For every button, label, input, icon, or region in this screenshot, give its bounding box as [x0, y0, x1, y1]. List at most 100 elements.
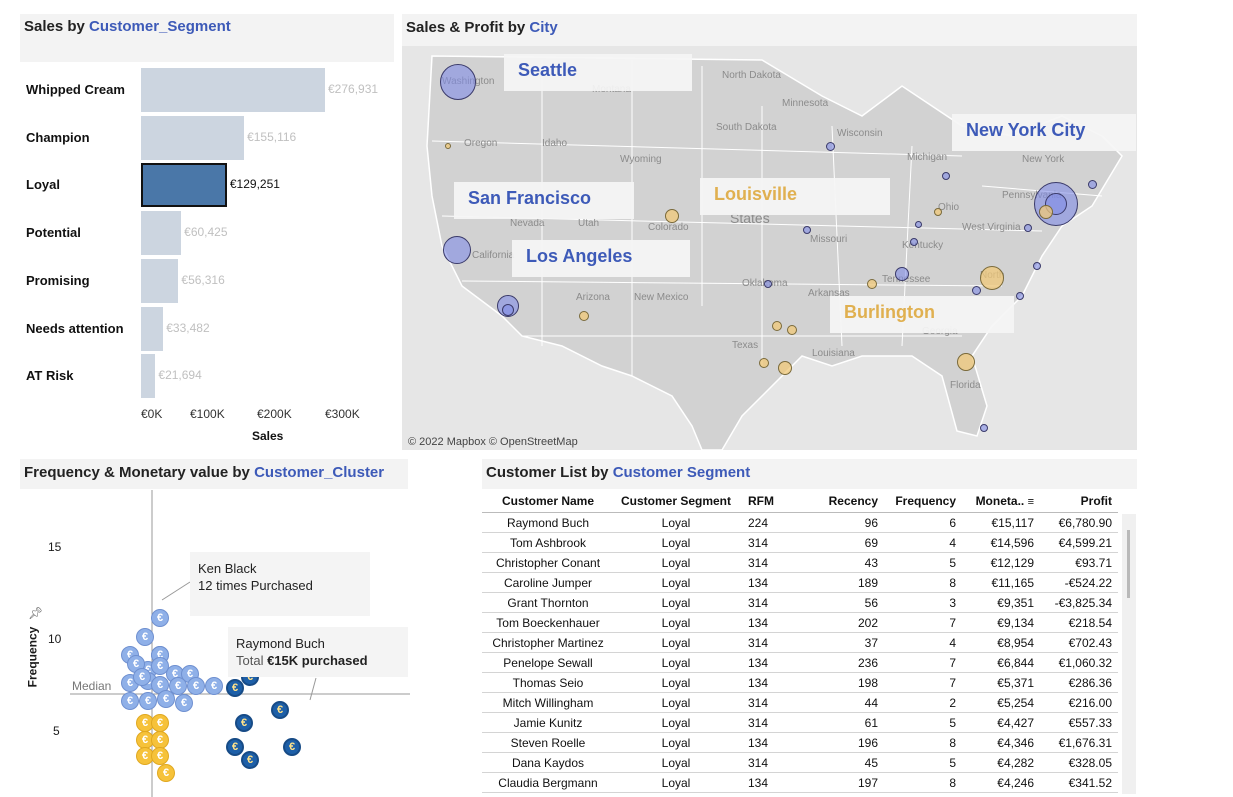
bar-value-label: €276,931	[328, 82, 379, 96]
bar[interactable]	[141, 258, 179, 303]
city-bubble[interactable]	[914, 220, 922, 228]
bar-value-label: €33,482	[166, 320, 210, 335]
table-cell: €8,954	[966, 632, 1038, 653]
sales-panel-title-accent[interactable]: Customer_Segment	[89, 18, 231, 35]
city-callout[interactable]: Louisville	[700, 178, 890, 215]
table-row[interactable]: Tom Ashbrook Loyal 314 69 4 €14,596 €4,599.21	[482, 532, 1118, 553]
freq-panel-title-accent[interactable]: Customer_Cluster	[254, 464, 384, 481]
city-callout[interactable]: Seattle	[504, 54, 692, 91]
table-cell: 8	[886, 572, 966, 593]
state-label: Texas	[732, 340, 759, 351]
city-bubble[interactable]	[971, 285, 981, 295]
city-bubble[interactable]	[665, 209, 679, 223]
table-cell: 134	[738, 672, 798, 693]
table-row[interactable]: Raymond Buch Loyal 224 96 6 €15,117 €6,780.90	[482, 512, 1118, 533]
city-callout[interactable]: New York City	[952, 114, 1136, 151]
city-bubble[interactable]	[1033, 262, 1041, 270]
bar[interactable]	[141, 354, 156, 399]
city-callout[interactable]: Burlington	[830, 296, 1014, 333]
city-bubble[interactable]	[895, 267, 909, 281]
table-panel-title-accent[interactable]: Customer Segment	[613, 464, 751, 481]
table-cell: Steven Roelle	[482, 732, 614, 753]
pin-icon[interactable]: 📌︎	[28, 606, 43, 620]
city-bubble[interactable]	[1087, 179, 1097, 189]
table-row[interactable]: Steven Roelle Loyal 134 196 8 €4,346 €1,676.31	[482, 732, 1118, 753]
table-cell: 236	[798, 652, 886, 673]
map-panel-title-accent[interactable]: City	[529, 19, 557, 36]
city-bubble[interactable]	[942, 172, 950, 180]
bar[interactable]	[141, 306, 164, 351]
bar[interactable]	[141, 68, 325, 112]
sales-axis-tick: €0K	[141, 407, 163, 421]
table-cell: 314	[738, 752, 798, 773]
city-bubble[interactable]	[934, 208, 942, 216]
city-bubble[interactable]	[957, 353, 975, 371]
col-frequency[interactable]: Frequency	[886, 490, 966, 513]
euro-coin-point[interactable]: €	[157, 763, 175, 782]
table-cell: €1,060.32	[1038, 652, 1118, 673]
table-cell: €9,134	[966, 612, 1038, 633]
city-bubble[interactable]	[778, 361, 792, 375]
euro-coin-point[interactable]: €	[136, 627, 154, 646]
bar[interactable]	[141, 115, 245, 160]
euro-coin-point[interactable]: €	[241, 751, 259, 770]
bar[interactable]	[141, 211, 182, 256]
table-scroll-thumb[interactable]	[1127, 530, 1130, 598]
city-bubble[interactable]	[443, 236, 471, 264]
table-row[interactable]: Caroline Jumper Loyal 134 189 8 €11,165 -€524.…	[482, 572, 1118, 593]
table-cell: Loyal	[614, 732, 738, 753]
city-bubble[interactable]	[502, 304, 514, 316]
table-header-row: Customer Name Customer Segment RFM Recen…	[482, 490, 1118, 513]
table-row[interactable]: Claudia Bergmann Loyal 134 197 8 €4,246 €341.5…	[482, 772, 1118, 793]
table-row[interactable]: Tom Boeckenhauer Loyal 134 202 7 €9,134 €218.5…	[482, 612, 1118, 633]
state-label: Wisconsin	[837, 128, 883, 139]
table-row[interactable]: Christopher Conant Loyal 314 43 5 €12,129 €93.…	[482, 552, 1118, 573]
city-bubble[interactable]	[579, 311, 589, 321]
table-cell: €341.52	[1038, 772, 1118, 793]
table-cell: Loyal	[614, 572, 738, 593]
euro-coin-point[interactable]: €	[175, 694, 193, 713]
city-bubble[interactable]	[772, 321, 782, 331]
city-bubble[interactable]	[1016, 292, 1024, 300]
col-recency[interactable]: Recency	[798, 490, 886, 513]
table-row[interactable]: Christopher Martinez Loyal 314 37 4 €8,954 €70…	[482, 632, 1118, 653]
table-cell: 314	[738, 712, 798, 733]
city-bubble[interactable]	[867, 279, 877, 289]
euro-coin-point[interactable]: €	[151, 730, 169, 749]
city-bubble[interactable]	[825, 141, 835, 151]
city-callout[interactable]: San Francisco	[454, 182, 634, 219]
city-bubble[interactable]	[759, 358, 769, 368]
table-cell: 5	[886, 552, 966, 573]
city-bubble[interactable]	[803, 226, 811, 234]
city-callout[interactable]: Los Angeles	[512, 240, 690, 277]
table-row[interactable]: Jamie Kunitz Loyal 314 61 5 €4,427 €557.33	[482, 712, 1118, 733]
table-row[interactable]: Grant Thornton Loyal 314 56 3 €9,351 -€3,825.3…	[482, 592, 1118, 613]
bar-label: Loyal	[26, 177, 60, 193]
col-profit[interactable]: Profit	[1038, 490, 1118, 513]
table-row[interactable]: Thomas Seio Loyal 134 198 7 €5,371 €286.36	[482, 672, 1118, 693]
table-row[interactable]: Mitch Willingham Loyal 314 44 2 €5,254 €216.00	[482, 692, 1118, 713]
bar[interactable]	[141, 163, 227, 208]
city-bubble[interactable]	[980, 424, 988, 432]
table-cell: 61	[798, 712, 886, 733]
city-bubble[interactable]	[1039, 205, 1053, 219]
city-bubble[interactable]	[445, 143, 451, 149]
city-bubble[interactable]	[980, 266, 1004, 290]
city-bubble[interactable]	[910, 238, 918, 246]
city-bubble[interactable]	[764, 280, 772, 288]
table-cell: Loyal	[614, 752, 738, 773]
table-cell: Loyal	[614, 552, 738, 573]
table-row[interactable]: Dana Kaydos Loyal 314 45 5 €4,282 €328.05	[482, 752, 1118, 773]
table-cell: 134	[738, 572, 798, 593]
city-bubble[interactable]	[787, 325, 797, 335]
sort-icon[interactable]: ≡	[1028, 496, 1034, 508]
col-rfm[interactable]: RFM	[738, 490, 798, 513]
city-bubble[interactable]	[440, 64, 476, 100]
state-label: Wyoming	[620, 154, 662, 165]
table-row[interactable]: Penelope Sewall Loyal 134 236 7 €6,844 €1,060.…	[482, 652, 1118, 673]
col-monetary[interactable]: Moneta.. ≡	[966, 490, 1038, 513]
col-customer-name[interactable]: Customer Name	[482, 490, 614, 513]
city-bubble[interactable]	[1024, 224, 1032, 232]
col-customer-segment[interactable]: Customer Segment	[614, 490, 738, 513]
us-map[interactable]: WashingtonOregonIdahoMontanaNorth Dakota…	[402, 46, 1137, 450]
